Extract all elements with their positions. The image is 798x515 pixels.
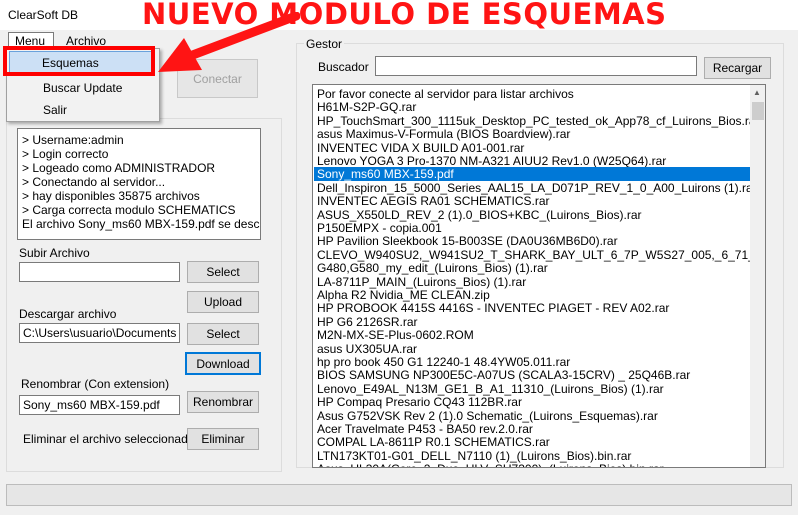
file-list-item[interactable]: HP_TouchSmart_300_1115uk_Desktop_PC_test… — [317, 114, 760, 128]
file-list-item[interactable]: HP Compaq Presario CQ43 112BR.rar — [317, 395, 522, 409]
renombrar-button[interactable]: Renombrar — [187, 391, 259, 413]
subir-archivo-label: Subir Archivo — [19, 246, 90, 260]
window-title: ClearSoft DB — [8, 8, 79, 22]
menu-item-buscar-update[interactable]: Buscar Update — [7, 77, 157, 97]
eliminar-button[interactable]: Eliminar — [187, 428, 259, 450]
file-list-item[interactable]: Dell_Inspiron_15_5000_Series_AAL15_LA_D0… — [317, 181, 757, 195]
file-list-item[interactable]: asus UX305UA.rar — [317, 342, 417, 356]
file-list-item[interactable]: Por favor conecte al servidor para lista… — [317, 87, 574, 101]
file-list-item[interactable]: HP PROBOOK 4415S 4416S - INVENTEC PIAGET… — [317, 301, 669, 315]
menu-item-label: Salir — [43, 103, 68, 117]
file-list-item[interactable]: G480,G580_my_edit_(Luirons_Bios) (1).rar — [317, 261, 548, 275]
log-line: El archivo Sony_ms60 MBX-159.pdf se desc… — [22, 217, 260, 231]
buscador-label: Buscador — [318, 60, 369, 74]
file-list-item[interactable]: BIOS SAMSUNG NP300E5C-A07US (SCALA3-15CR… — [317, 368, 690, 382]
log-line: > Logeado como ADMINISTRADOR — [22, 161, 216, 175]
file-list-item[interactable]: COMPAL LA-8611P R0.1 SCHEMATICS.rar — [317, 435, 550, 449]
file-list-item[interactable]: HP G6 2126SR.rar — [317, 315, 418, 329]
file-list-item[interactable]: Alpha R2 Nvidia_ME CLEAN.zip — [317, 288, 490, 302]
menu-item-label: Buscar Update — [43, 81, 123, 95]
log-line: > hay disponibles 35875 archivos — [22, 189, 200, 203]
list-scrollbar[interactable] — [750, 85, 765, 467]
file-list-item[interactable]: INVENTEC AEGIS RA01 SCHEMATICS.rar — [317, 194, 550, 208]
file-list-item[interactable]: Asus G752VSK Rev 2 (1).0 Schematic_(Luir… — [317, 409, 658, 423]
scroll-thumb[interactable] — [752, 102, 764, 120]
menu-item-salir[interactable]: Salir — [7, 99, 157, 119]
annotation-highlight-box — [3, 46, 155, 76]
file-list-item[interactable]: Asus_UL30A(Core_2_Duo_ULV_SU7300)_(Luiro… — [317, 462, 664, 467]
file-list-item[interactable]: ASUS_X550LD_REV_2 (1).0_BIOS+KBC_(Luiron… — [317, 208, 642, 222]
file-list-item[interactable]: asus Maximus-V-Formula (BIOS Boardview).… — [317, 127, 570, 141]
renombrar-label: Renombrar (Con extension) — [21, 377, 170, 391]
descargar-path-input[interactable] — [19, 323, 180, 343]
file-list-item[interactable]: HP Pavilion Sleekbook 15-B003SE (DA0U36M… — [317, 234, 618, 248]
upload-button[interactable]: Upload — [187, 291, 259, 313]
file-list-item[interactable]: H61M-S2P-GQ.rar — [317, 100, 416, 114]
download-button[interactable]: Download — [185, 352, 261, 375]
file-list[interactable]: Por favor conecte al servidor para lista… — [312, 84, 766, 468]
log-box: > Username:admin > Login correcto > Loge… — [17, 128, 261, 240]
subir-archivo-input[interactable] — [19, 262, 180, 282]
log-line: > Login correcto — [22, 147, 109, 161]
recargar-button[interactable]: Recargar — [704, 57, 771, 79]
buscador-input[interactable] — [375, 56, 697, 76]
file-list-item[interactable]: Acer Travelmate P453 - BA50 rev.2.0.rar — [317, 422, 533, 436]
descargar-archivo-label: Descargar archivo — [19, 307, 117, 321]
file-list-item[interactable]: Lenovo_E49AL_N13M_GE1_B_A1_11310_(Luiron… — [317, 382, 664, 396]
select-download-button[interactable]: Select — [187, 323, 259, 345]
log-line: > Carga correcta modulo SCHEMATICS — [22, 203, 236, 217]
log-line: > Username:admin — [22, 133, 124, 147]
eliminar-label: Eliminar el archivo seleccionado — [23, 432, 195, 446]
file-list-item[interactable]: hp pro book 450 G1 12240-1 48.4YW05.011.… — [317, 355, 570, 369]
scroll-up-icon[interactable]: ▲ — [753, 88, 761, 97]
status-bar — [6, 484, 792, 506]
select-upload-button[interactable]: Select — [187, 261, 259, 283]
file-list-item[interactable]: Lenovo YOGA 3 Pro-1370 NM-A321 AIUU2 Rev… — [317, 154, 666, 168]
annotation-arrow-icon — [158, 12, 300, 72]
file-list-item[interactable]: Sony_ms60 MBX-159.pdf — [314, 167, 754, 182]
gestor-title: Gestor — [304, 37, 345, 51]
log-line: > Conectando al servidor... — [22, 175, 166, 189]
file-list-item[interactable]: CLEVO_W940SU2,_W941SU2_T_SHARK_BAY_ULT_6… — [317, 248, 765, 262]
file-list-item[interactable]: P150EMPX - copia.001 — [317, 221, 442, 235]
file-list-item[interactable]: INVENTEC VIDA X BUILD A01-001.rar — [317, 141, 524, 155]
file-list-item[interactable]: LA-8711P_MAIN_(Luirons_Bios) (1).rar — [317, 275, 526, 289]
renombrar-input[interactable] — [19, 395, 180, 415]
file-list-item[interactable]: LTN173KT01-G01_DELL_N7110 (1)_(Luirons_B… — [317, 449, 631, 463]
file-list-item[interactable]: M2N-MX-SE-Plus-0602.ROM — [317, 328, 474, 342]
